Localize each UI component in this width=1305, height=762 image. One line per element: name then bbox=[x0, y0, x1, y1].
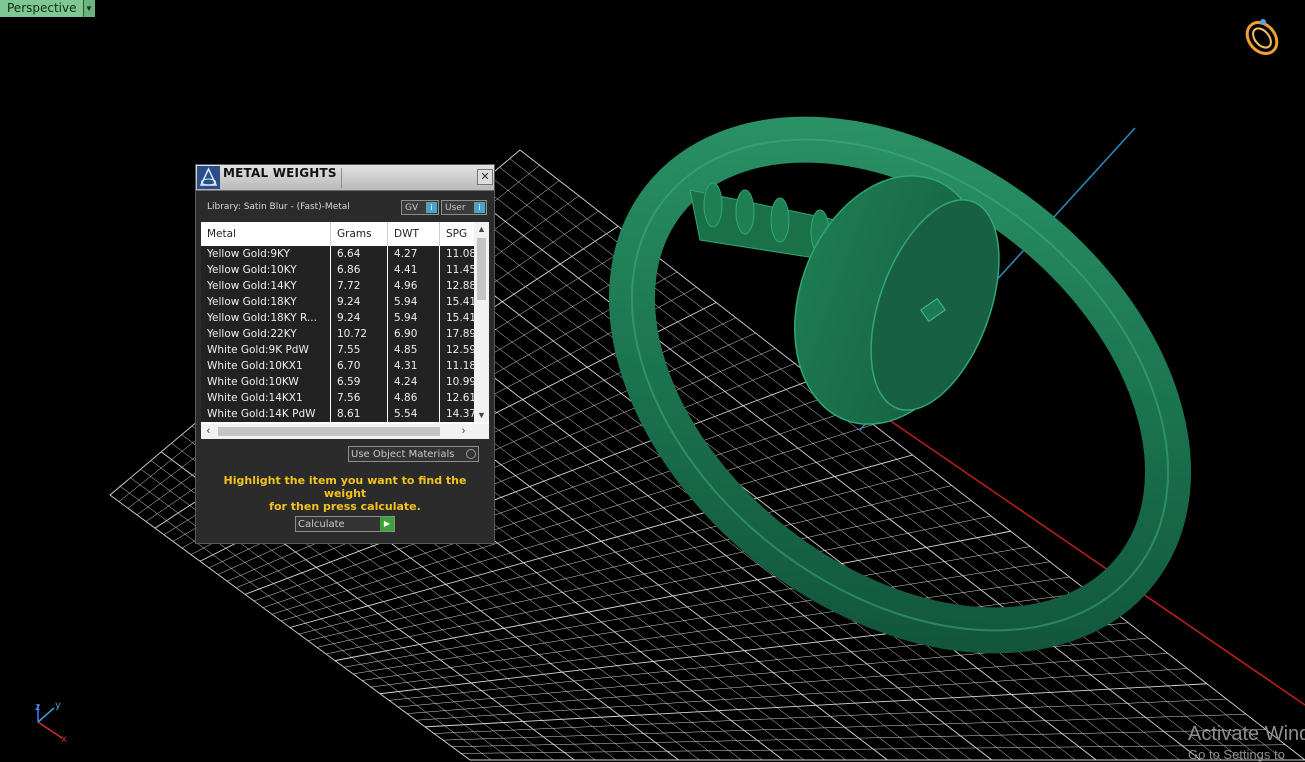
watermark-line-1: Activate Wind bbox=[1188, 723, 1305, 745]
scroll-left-icon[interactable]: ‹ bbox=[201, 424, 216, 439]
use-object-materials-toggle[interactable]: Use Object Materials bbox=[348, 446, 479, 462]
radio-indicator-icon bbox=[466, 449, 476, 459]
table-row[interactable]: White Gold:10KW 6.59 4.24 10.99 bbox=[201, 374, 487, 390]
cell-dwt: 4.85 bbox=[387, 342, 440, 358]
table-row[interactable]: Yellow Gold:18KY R... 9.24 5.94 15.41 bbox=[201, 310, 487, 326]
instruction-line-2: for then press calculate. bbox=[269, 500, 421, 513]
grid-line bbox=[460, 744, 1286, 754]
axis-gizmo: x y z bbox=[35, 700, 67, 745]
viewport-label-text[interactable]: Perspective bbox=[0, 0, 83, 17]
title-divider bbox=[341, 168, 342, 188]
close-icon[interactable]: ✕ bbox=[477, 169, 493, 185]
table-horizontal-scrollbar[interactable]: ‹ › bbox=[201, 424, 489, 439]
cell-metal: White Gold:10KW bbox=[201, 374, 331, 390]
column-header-grams[interactable]: Grams bbox=[330, 222, 388, 246]
ring-model[interactable] bbox=[537, 39, 1262, 731]
scroll-up-icon[interactable]: ▲ bbox=[474, 222, 489, 236]
cell-dwt: 4.41 bbox=[387, 262, 440, 278]
table-row[interactable]: White Gold:9K PdW 7.55 4.85 12.59 bbox=[201, 342, 487, 358]
cell-metal: White Gold:14K PdW bbox=[201, 406, 331, 422]
user-toggle[interactable]: User i bbox=[441, 200, 487, 215]
app-logo-icon bbox=[197, 166, 220, 189]
cell-metal: White Gold:10KX1 bbox=[201, 358, 331, 374]
table-row[interactable]: Yellow Gold:9KY 6.64 4.27 11.08 bbox=[201, 246, 487, 262]
use-object-materials-label: Use Object Materials bbox=[351, 449, 455, 460]
calculate-label: Calculate bbox=[298, 519, 345, 530]
cell-dwt: 4.96 bbox=[387, 278, 440, 294]
table-row[interactable]: Yellow Gold:22KY 10.72 6.90 17.89 bbox=[201, 326, 487, 342]
metal-table[interactable]: Metal Grams DWT SPG Yellow Gold:9KY 6.64 4… bbox=[201, 222, 489, 439]
cell-dwt: 4.27 bbox=[387, 246, 440, 262]
cell-dwt: 4.86 bbox=[387, 390, 440, 406]
cell-grams: 7.72 bbox=[330, 278, 388, 294]
cell-dwt: 6.90 bbox=[387, 326, 440, 342]
scroll-down-icon[interactable]: ▼ bbox=[474, 408, 489, 422]
cell-grams: 9.24 bbox=[330, 294, 388, 310]
grid-line bbox=[415, 668, 1188, 721]
watermark-line-2: Go to Settings to bbox=[1188, 747, 1285, 762]
cell-metal: Yellow Gold:22KY bbox=[201, 326, 331, 342]
gv-toggle[interactable]: GV i bbox=[401, 200, 439, 215]
table-row[interactable]: Yellow Gold:10KY 6.86 4.41 11.45 bbox=[201, 262, 487, 278]
table-vertical-scrollbar[interactable]: ▲ ▼ bbox=[474, 222, 489, 422]
cell-grams: 10.72 bbox=[330, 326, 388, 342]
table-row[interactable]: White Gold:14KX1 7.56 4.86 12.61 bbox=[201, 390, 487, 406]
cell-grams: 6.64 bbox=[330, 246, 388, 262]
instruction-text: Highlight the item you want to find the … bbox=[206, 474, 484, 513]
grid-line bbox=[442, 714, 1247, 741]
cell-dwt: 5.54 bbox=[387, 406, 440, 422]
cell-grams: 7.56 bbox=[330, 390, 388, 406]
axis-z-label: z bbox=[35, 702, 40, 713]
instruction-line-1: Highlight the item you want to find the … bbox=[223, 474, 467, 500]
cell-metal: Yellow Gold:9KY bbox=[201, 246, 331, 262]
column-header-dwt[interactable]: DWT bbox=[387, 222, 440, 246]
cell-dwt: 5.94 bbox=[387, 310, 440, 326]
grid-line bbox=[451, 729, 1266, 747]
cell-dwt: 4.24 bbox=[387, 374, 440, 390]
gv-label: GV bbox=[405, 203, 419, 213]
column-header-metal[interactable]: Metal bbox=[201, 222, 331, 246]
activation-watermark: Activate Wind Go to Settings to bbox=[1188, 723, 1305, 762]
table-row[interactable]: Yellow Gold:14KY 7.72 4.96 12.88 bbox=[201, 278, 487, 294]
play-icon: ▶ bbox=[380, 517, 394, 531]
cell-grams: 8.61 bbox=[330, 406, 388, 422]
metal-weights-panel: METAL WEIGHTS ✕ Library: Satin Blur - (F… bbox=[195, 164, 495, 544]
cell-grams: 9.24 bbox=[330, 310, 388, 326]
calculate-button[interactable]: Calculate ▶ bbox=[295, 516, 395, 532]
axis-x-label: x bbox=[61, 734, 67, 745]
cell-grams: 6.86 bbox=[330, 262, 388, 278]
cell-grams: 7.55 bbox=[330, 342, 388, 358]
user-label: User bbox=[445, 203, 466, 213]
cell-metal: Yellow Gold:18KY R... bbox=[201, 310, 331, 326]
cell-metal: Yellow Gold:10KY bbox=[201, 262, 331, 278]
cell-grams: 6.59 bbox=[330, 374, 388, 390]
viewport-label[interactable]: Perspective ▼ bbox=[0, 0, 95, 17]
grid-line bbox=[424, 683, 1207, 728]
table-row[interactable]: Yellow Gold:18KY 9.24 5.94 15.41 bbox=[201, 294, 487, 310]
cell-metal: White Gold:14KX1 bbox=[201, 390, 331, 406]
info-icon: i bbox=[474, 202, 485, 213]
table-row[interactable]: White Gold:14K PdW 8.61 5.54 14.37 bbox=[201, 406, 487, 422]
panel-title: METAL WEIGHTS bbox=[223, 166, 337, 180]
panel-titlebar[interactable]: METAL WEIGHTS ✕ bbox=[196, 165, 494, 191]
cell-metal: Yellow Gold:18KY bbox=[201, 294, 331, 310]
cell-metal: White Gold:9K PdW bbox=[201, 342, 331, 358]
chevron-down-icon[interactable]: ▼ bbox=[82, 0, 95, 17]
ring-orbit-icon[interactable] bbox=[1241, 17, 1283, 60]
scroll-thumb[interactable] bbox=[477, 238, 486, 300]
cell-metal: Yellow Gold:14KY bbox=[201, 278, 331, 294]
metal-table-grid: Metal Grams DWT SPG Yellow Gold:9KY 6.64 4… bbox=[201, 222, 487, 422]
axis-y-label: y bbox=[55, 700, 61, 711]
x-axis-line bbox=[859, 399, 1305, 706]
info-icon: i bbox=[426, 202, 437, 213]
scroll-right-icon[interactable]: › bbox=[456, 424, 471, 439]
cell-grams: 6.70 bbox=[330, 358, 388, 374]
table-row[interactable]: White Gold:10KX1 6.70 4.31 11.18 bbox=[201, 358, 487, 374]
table-header-row: Metal Grams DWT SPG bbox=[201, 222, 487, 246]
library-label: Library: Satin Blur - (Fast)-Metal bbox=[207, 202, 350, 212]
cell-dwt: 4.31 bbox=[387, 358, 440, 374]
cell-dwt: 5.94 bbox=[387, 294, 440, 310]
scroll-thumb[interactable] bbox=[218, 427, 440, 436]
